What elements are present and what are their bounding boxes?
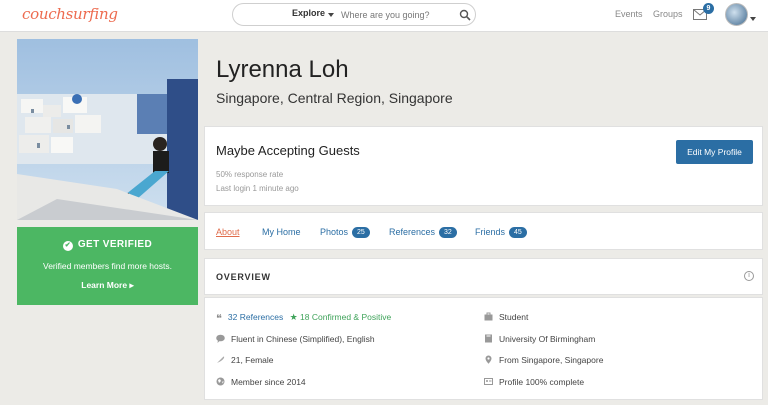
occupation-row: Student [484, 312, 528, 322]
tab-references[interactable]: References 32 [389, 227, 457, 238]
overview-header: OVERVIEW i [204, 258, 763, 295]
edit-profile-button[interactable]: Edit My Profile [676, 140, 753, 164]
friends-count-badge: 45 [509, 227, 527, 238]
member-since-row: Member since 2014 [216, 377, 306, 387]
info-icon[interactable]: i [744, 271, 754, 281]
learn-more-link[interactable]: Learn More ▸ [17, 280, 198, 291]
education-row: University Of Birmingham [484, 334, 595, 344]
learn-more-label[interactable]: Learn More [81, 280, 127, 290]
checkmark-icon: ✔ [62, 241, 73, 251]
age-gender-row: 21, Female [216, 355, 274, 365]
overview-details: ❝ 32 References ★ 18 Confirmed & Positive… [204, 297, 763, 400]
profile-name: Lyrenna Loh [216, 56, 349, 83]
chevron-down-icon[interactable] [328, 13, 334, 17]
education: University Of Birmingham [499, 334, 596, 344]
nav-groups-link[interactable]: Groups [653, 9, 683, 19]
book-icon [485, 334, 492, 343]
user-avatar[interactable] [725, 3, 748, 26]
quote-icon: ❝ [216, 313, 222, 325]
profile-complete: Profile 100% complete [499, 377, 585, 387]
hometown-row: From Singapore, Singapore [484, 355, 603, 365]
profile-photo[interactable] [17, 39, 198, 220]
get-verified-heading: ✔ GET VERIFIED [17, 239, 198, 251]
confirmed-positive-label: 18 Confirmed & Positive [300, 312, 392, 322]
profile-tabs: About My Home Photos 25 References 32 Frie… [204, 212, 763, 250]
hosting-status-card: Maybe Accepting Guests 50% response rate… [204, 126, 763, 206]
confirmed-positive: ★ 18 Confirmed & Positive [290, 312, 392, 322]
overview-title: OVERVIEW [216, 272, 271, 282]
mail-count-badge[interactable]: 9 [703, 3, 714, 14]
age-gender: 21, Female [231, 355, 274, 365]
tab-my-home[interactable]: My Home [262, 227, 301, 237]
profile-photo-image [17, 39, 198, 220]
references-count-badge: 32 [439, 227, 457, 238]
photos-count-badge: 25 [352, 227, 370, 238]
globe-icon [216, 377, 225, 386]
speech-bubble-icon [216, 334, 225, 343]
hosting-status: Maybe Accepting Guests [216, 143, 360, 158]
languages-row: Fluent in Chinese (Simplified), English [216, 334, 375, 344]
get-verified-title: GET VERIFIED [77, 239, 153, 250]
star-icon: ★ [289, 312, 298, 322]
last-login: Last login 1 minute ago [216, 184, 299, 193]
response-rate: 50% response rate [216, 170, 284, 179]
references-row: ❝ 32 References ★ 18 Confirmed & Positive [216, 312, 392, 325]
briefcase-icon [484, 312, 493, 321]
tab-friends[interactable]: Friends 45 [475, 227, 527, 238]
get-verified-panel: ✔ GET VERIFIED Verified members find more… [17, 227, 198, 305]
references-link[interactable]: 32 References [228, 312, 283, 322]
occupation: Student [499, 312, 529, 322]
profile-location: Singapore, Central Region, Singapore [216, 90, 453, 106]
nav-events-link[interactable]: Events [615, 9, 643, 19]
feather-icon [217, 356, 225, 363]
chevron-down-icon[interactable] [750, 17, 756, 21]
tab-photos-label[interactable]: Photos [320, 227, 348, 237]
member-since: Member since 2014 [231, 377, 306, 387]
couchsurfing-logo[interactable]: couchsurfing [22, 5, 118, 23]
destination-search-input[interactable] [341, 7, 456, 22]
top-navigation-bar: couchsurfing Explore Events Groups 9 [0, 0, 768, 32]
chevron-right-icon[interactable]: ▸ [129, 280, 133, 290]
languages: Fluent in Chinese (Simplified), English [231, 334, 375, 344]
search-bar: Explore [232, 3, 476, 26]
map-pin-icon [485, 355, 492, 364]
profile-complete-row: Profile 100% complete [484, 377, 584, 387]
tab-photos[interactable]: Photos 25 [320, 227, 370, 238]
id-card-icon [484, 378, 493, 385]
explore-dropdown[interactable]: Explore [292, 8, 325, 18]
hometown: From Singapore, Singapore [499, 355, 604, 365]
tab-about[interactable]: About [216, 227, 240, 237]
tab-friends-label[interactable]: Friends [475, 227, 505, 237]
get-verified-description: Verified members find more hosts. [43, 261, 172, 271]
tab-references-label[interactable]: References [389, 227, 435, 237]
search-icon[interactable] [459, 9, 471, 21]
